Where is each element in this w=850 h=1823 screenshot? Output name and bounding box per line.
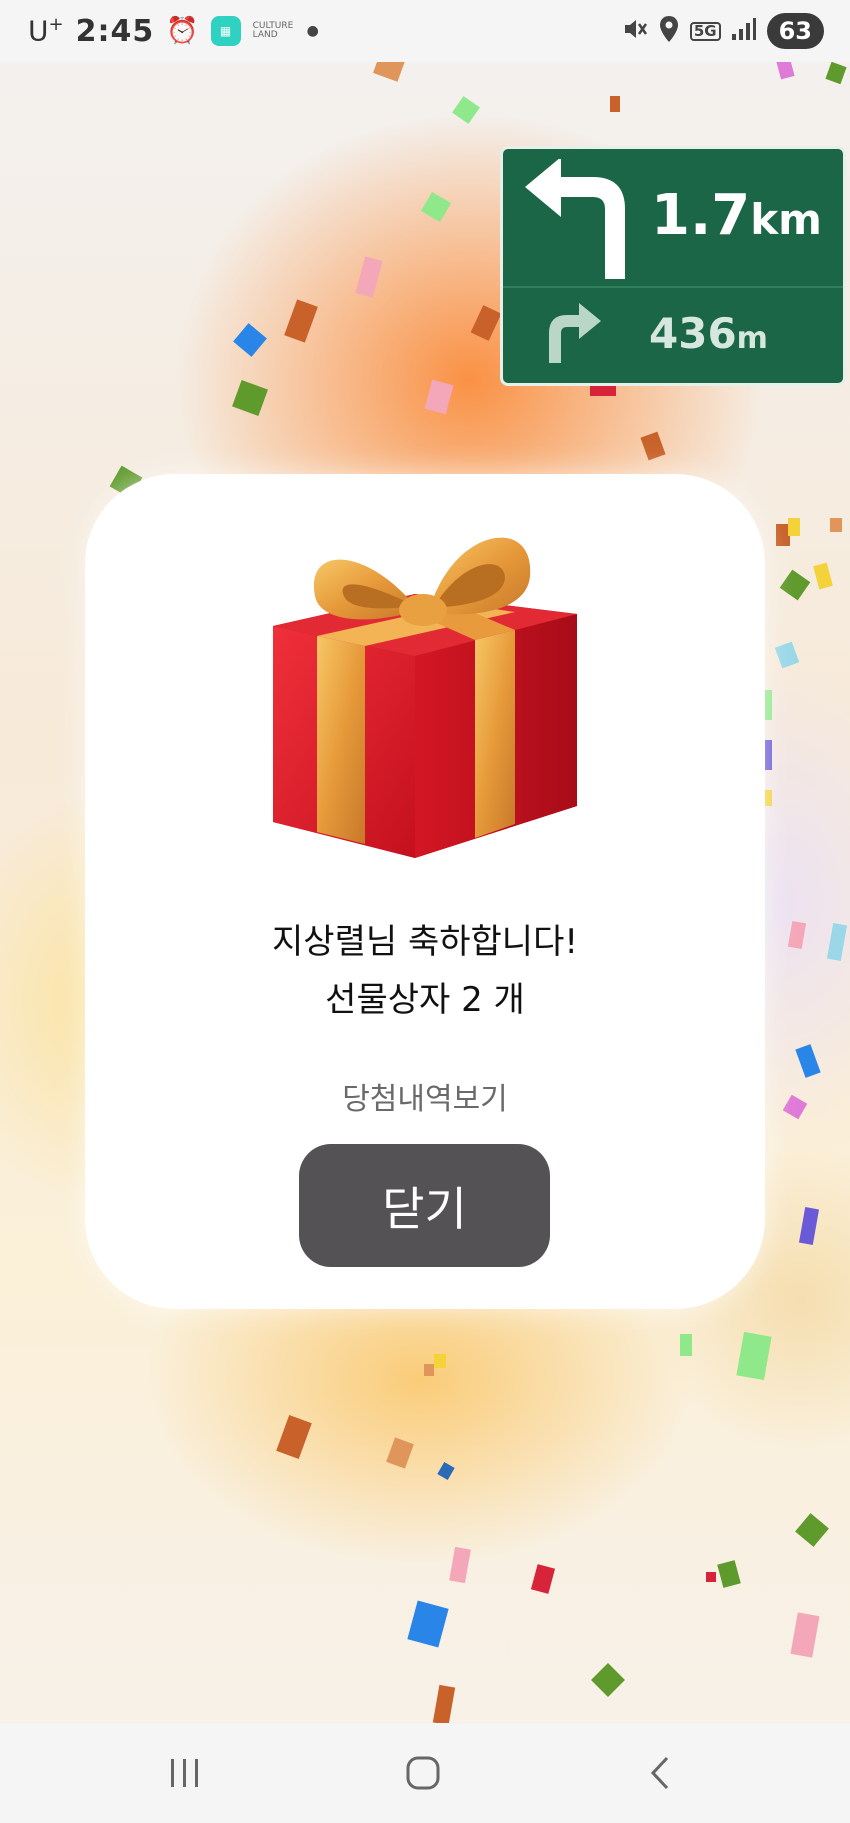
- confetti-piece: [680, 1334, 692, 1356]
- signal-icon: [731, 17, 757, 46]
- alarm-icon: ⏰: [166, 16, 199, 46]
- secondary-distance: 436m: [649, 309, 768, 358]
- primary-distance-unit: km: [750, 195, 822, 244]
- recents-button[interactable]: [155, 1751, 215, 1795]
- confetti-piece: [788, 518, 800, 536]
- confetti-piece: [706, 1572, 716, 1582]
- secondary-distance-value: 436: [649, 309, 737, 358]
- home-button[interactable]: [393, 1751, 453, 1795]
- home-icon: [406, 1756, 440, 1790]
- back-icon: [650, 1756, 669, 1790]
- reward-count-message: 선물상자 2 개: [325, 980, 525, 1020]
- view-winning-history-link[interactable]: 당첨내역보기: [85, 1074, 765, 1118]
- primary-distance-value: 1.7: [651, 183, 751, 248]
- confetti-piece: [610, 96, 620, 112]
- confetti-piece: [424, 1364, 434, 1376]
- turn-left-arrow-icon: [525, 159, 625, 279]
- primary-distance: 1.7km: [651, 183, 822, 248]
- location-icon: [658, 15, 680, 48]
- clock: 2:45: [75, 13, 155, 49]
- battery-indicator: 63: [766, 13, 824, 49]
- status-bar-right: 5G 63: [622, 0, 824, 62]
- app-label-bottom: LAND: [252, 30, 278, 40]
- confetti-piece: [764, 790, 772, 806]
- carrier-sup: +: [48, 14, 64, 36]
- congratulation-message: 지상렬님 축하합니다!: [272, 922, 578, 962]
- culture-land-label: CULTURE LAND: [253, 22, 295, 40]
- notification-dot-icon: ●: [306, 23, 319, 39]
- culture-land-app-icon: ▦: [210, 16, 241, 46]
- secondary-distance-unit: m: [736, 321, 768, 356]
- status-bar-left: U+ 2:45 ⏰ ▦ CULTURE LAND ●: [28, 0, 319, 62]
- confetti-piece: [764, 740, 772, 770]
- confetti-piece: [830, 518, 842, 532]
- reward-dialog: 지상렬님 축하합니다! 선물상자 2 개 당첨내역보기 닫기: [85, 474, 765, 1309]
- back-button[interactable]: [630, 1751, 690, 1795]
- navigation-sign-overlay: 1.7km 436m: [500, 146, 846, 386]
- status-bar: U+ 2:45 ⏰ ▦ CULTURE LAND ● 5G 63: [0, 0, 850, 62]
- carrier-name: U: [28, 14, 49, 48]
- carrier-label: U+: [28, 14, 64, 47]
- sign-divider: [503, 286, 843, 288]
- mute-icon: [622, 16, 648, 47]
- network-type-icon: 5G: [689, 21, 721, 41]
- close-button[interactable]: 닫기: [299, 1144, 550, 1267]
- confetti-piece: [764, 690, 772, 720]
- system-navigation-bar: [0, 1723, 850, 1823]
- gift-box-icon: [273, 537, 577, 858]
- recents-icon: [171, 1759, 198, 1787]
- confetti-piece: [434, 1354, 446, 1368]
- turn-right-arrow-icon: [549, 303, 601, 363]
